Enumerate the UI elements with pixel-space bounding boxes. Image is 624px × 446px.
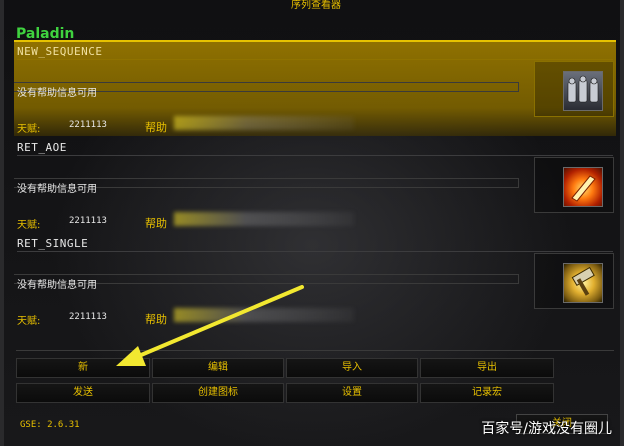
talent-value: 2211113 <box>69 312 107 322</box>
send-button[interactable]: 发送 <box>16 383 150 403</box>
help-url-label: 帮助 <box>145 121 167 134</box>
blurred-url <box>174 116 354 130</box>
sequence-item-new-sequence[interactable]: NEW_SEQUENCE 没有帮助信息可用 天赋: 2211113 帮助 <box>14 40 616 136</box>
paladin-knights-icon[interactable] <box>563 71 603 111</box>
help-text: 没有帮助信息可用 <box>17 88 97 99</box>
divider <box>17 59 613 60</box>
icon-frame <box>534 253 614 309</box>
talent-label: 天赋: <box>17 316 41 327</box>
divider <box>17 251 613 252</box>
settings-button[interactable]: 设置 <box>286 383 418 403</box>
version-label: GSE: 2.6.31 <box>20 420 80 430</box>
icon-frame <box>534 157 614 213</box>
sequence-viewer-window: 序列查看器 Paladin NEW_SEQUENCE 没有帮助信息可用 天赋: … <box>0 0 624 446</box>
sequence-name: NEW_SEQUENCE <box>17 45 103 58</box>
edit-button[interactable]: 编辑 <box>152 358 284 378</box>
talent-label: 天赋: <box>17 124 41 135</box>
holy-hammer-icon[interactable] <box>563 263 603 303</box>
sequence-list: NEW_SEQUENCE 没有帮助信息可用 天赋: 2211113 帮助 RET… <box>14 40 616 352</box>
sequence-name: RET_SINGLE <box>17 237 89 250</box>
help-text: 没有帮助信息可用 <box>17 184 97 195</box>
talent-value: 2211113 <box>69 120 107 130</box>
divider <box>17 155 613 156</box>
flaming-blade-icon[interactable] <box>563 167 603 207</box>
new-button[interactable]: 新 <box>16 358 150 378</box>
sequence-item-ret-single[interactable]: RET_SINGLE 没有帮助信息可用 天赋: 2211113 帮助 <box>14 234 616 330</box>
sequence-name: RET_AOE <box>17 141 67 154</box>
sequence-item-ret-aoe[interactable]: RET_AOE 没有帮助信息可用 天赋: 2211113 帮助 <box>14 138 616 234</box>
help-text: 没有帮助信息可用 <box>17 280 97 291</box>
window-title: 序列查看器 <box>291 0 341 11</box>
watermark-text: 百家号/游戏没有圈儿 <box>481 421 612 437</box>
help-url-label: 帮助 <box>145 313 167 326</box>
blurred-url <box>174 308 354 322</box>
talent-value: 2211113 <box>69 216 107 226</box>
record-macro-button[interactable]: 记录宏 <box>420 383 554 403</box>
talent-label: 天赋: <box>17 220 41 231</box>
import-button[interactable]: 导入 <box>286 358 418 378</box>
export-button[interactable]: 导出 <box>420 358 554 378</box>
blurred-url <box>174 212 354 226</box>
help-url-label: 帮助 <box>145 217 167 230</box>
icon-frame <box>534 61 614 117</box>
create-icon-button[interactable]: 创建图标 <box>152 383 284 403</box>
divider <box>16 350 614 351</box>
